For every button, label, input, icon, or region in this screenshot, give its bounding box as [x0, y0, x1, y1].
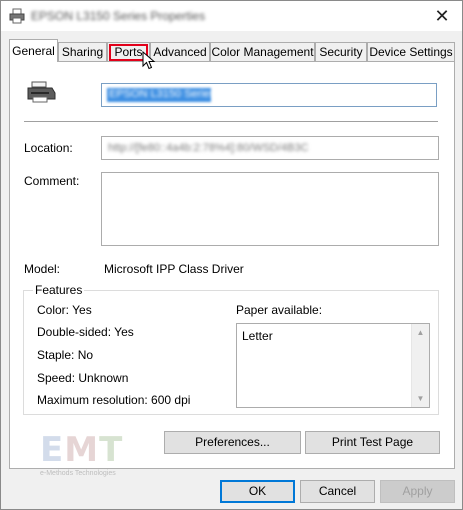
tab-sharing[interactable]: Sharing [58, 42, 107, 61]
scroll-down-arrow-icon[interactable]: ▼ [412, 390, 429, 407]
comment-label: Comment: [24, 174, 80, 188]
cancel-button[interactable]: Cancel [300, 480, 375, 503]
comment-textarea[interactable] [101, 172, 439, 246]
model-value: Microsoft IPP Class Driver [104, 262, 244, 276]
mouse-pointer-icon [142, 51, 156, 70]
feature-staple: Staple: No [37, 348, 94, 362]
print-test-page-button[interactable]: Print Test Page [305, 431, 440, 454]
divider [24, 121, 438, 122]
feature-color: Color: Yes [37, 303, 92, 317]
ok-button[interactable]: OK [220, 480, 295, 503]
paper-available-list[interactable]: Letter ▲ ▼ [236, 323, 430, 408]
list-item: Letter [242, 329, 273, 343]
watermark-logo: EMT e-Methods Technologies [40, 430, 124, 477]
tab-advanced[interactable]: Advanced [150, 42, 210, 61]
title-bar[interactable]: EPSON L3150 Series Properties ✕ [1, 1, 462, 31]
model-label: Model: [24, 262, 61, 276]
scrollbar[interactable]: ▲ ▼ [411, 324, 429, 407]
printer-name-input[interactable]: EPSON L3150 Series [101, 83, 437, 107]
feature-max-resolution: Maximum resolution: 600 dpi [37, 393, 191, 407]
location-input[interactable]: http://[fe80::4a4b:2:78%4]:80/WSD/4B3C [101, 136, 439, 160]
tab-color-management[interactable]: Color Management [210, 42, 315, 61]
paper-available-label: Paper available: [236, 303, 323, 317]
close-icon: ✕ [434, 5, 450, 26]
tab-device-settings[interactable]: Device Settings [367, 42, 455, 61]
feature-double-sided: Double-sided: Yes [37, 325, 134, 339]
preferences-button[interactable]: Preferences... [164, 431, 301, 454]
window-title: EPSON L3150 Series Properties [31, 9, 206, 23]
printer-icon [9, 8, 25, 24]
features-title: Features [33, 283, 85, 297]
tab-strip: General Sharing Ports Advanced Color Man… [9, 39, 455, 62]
location-label: Location: [24, 141, 73, 155]
printer-properties-window: EPSON L3150 Series Properties ✕ General … [0, 0, 463, 510]
tab-general[interactable]: General [9, 39, 58, 62]
feature-speed: Speed: Unknown [37, 371, 129, 385]
close-button[interactable]: ✕ [422, 1, 462, 31]
apply-button[interactable]: Apply [380, 480, 455, 503]
tab-security[interactable]: Security [315, 42, 367, 61]
scroll-up-arrow-icon[interactable]: ▲ [412, 324, 429, 341]
printer-icon [27, 81, 56, 103]
